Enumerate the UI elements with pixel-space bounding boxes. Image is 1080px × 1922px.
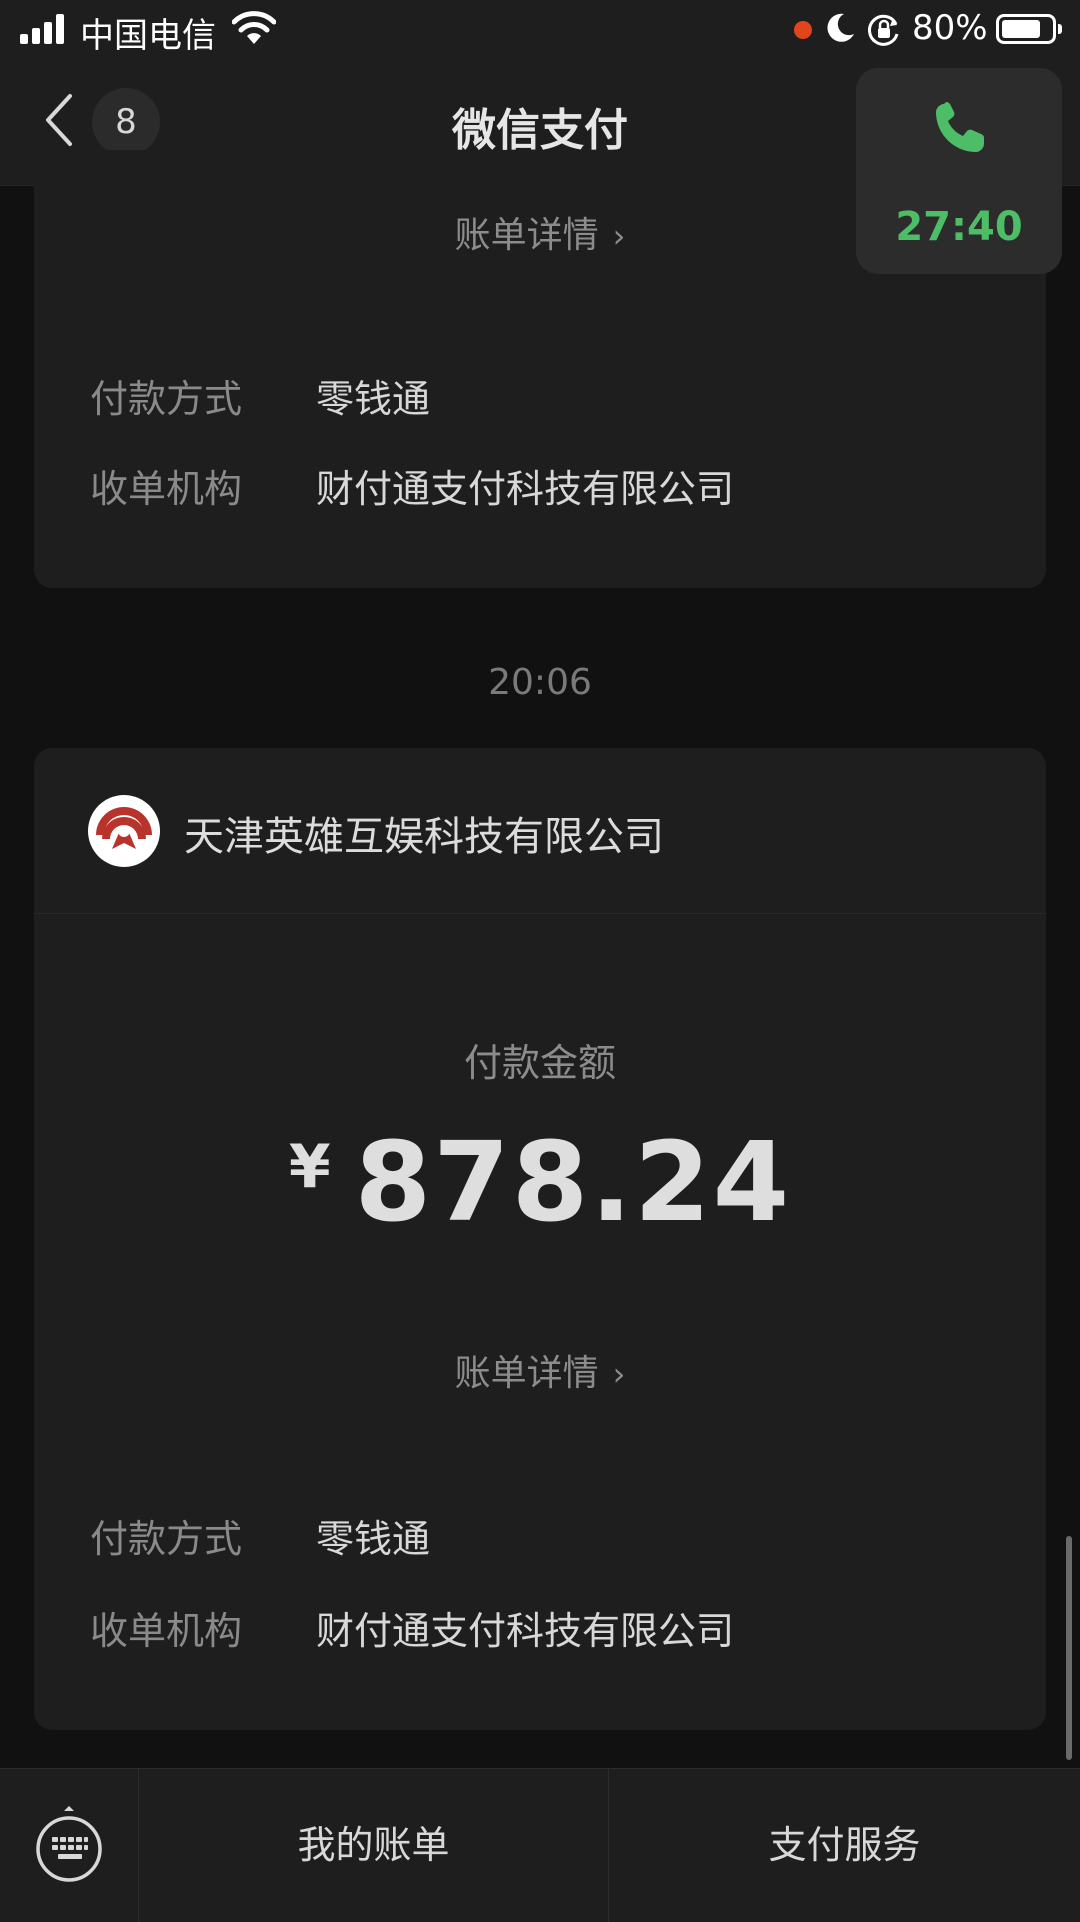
keyboard-icon (36, 1806, 102, 1882)
payment-method-row: 付款方式 零钱通 (90, 1508, 430, 1563)
my-bills-menu-button[interactable]: 我的账单 (139, 1769, 609, 1922)
recording-dot (794, 21, 812, 39)
signal-icon (20, 14, 68, 44)
acquirer-label: 收单机构 (90, 467, 243, 511)
chevron-right-icon: › (612, 1355, 626, 1393)
payment-method-row: 付款方式 零钱通 (90, 368, 430, 423)
payment-method-label: 付款方式 (90, 1517, 243, 1561)
carrier-name: 中国电信 (80, 16, 216, 56)
merchant-header[interactable]: 天津英雄互娱科技有限公司 (34, 748, 1046, 914)
moon-icon (827, 13, 854, 42)
bill-detail-label: 账单详情 (454, 1353, 599, 1394)
acquirer-row: 收单机构 财付通支付科技有限公司 (90, 1600, 734, 1655)
phone-icon (936, 102, 984, 152)
rotation-lock-icon (868, 14, 899, 46)
payment-services-menu-button[interactable]: 支付服务 (609, 1769, 1080, 1922)
battery-icon (996, 14, 1062, 44)
payment-method-value: 零钱通 (316, 1517, 431, 1561)
payment-method-label: 付款方式 (90, 377, 243, 421)
call-widget[interactable]: 27:40 (856, 68, 1062, 274)
amount-label: 付款金额 (463, 1041, 616, 1085)
bill-detail-link[interactable]: 账单详情 › (34, 1344, 1046, 1396)
keyboard-toggle-button[interactable] (0, 1769, 139, 1922)
message-timestamp: 20:06 (488, 662, 592, 703)
acquirer-label: 收单机构 (90, 1609, 243, 1653)
acquirer-value: 财付通支付科技有限公司 (316, 467, 735, 511)
chevron-right-icon: › (612, 217, 626, 255)
wifi-icon (232, 11, 276, 44)
merchant-name: 天津英雄互娱科技有限公司 (184, 814, 664, 860)
payment-amount: ¥878.24 (34, 1118, 1046, 1246)
amount-value: 878.24 (354, 1118, 792, 1246)
merchant-logo (88, 795, 160, 867)
bill-detail-label: 账单详情 (454, 215, 599, 256)
scrollbar[interactable] (1066, 1536, 1072, 1760)
bottom-menu-bar: 我的账单 支付服务 (0, 1768, 1080, 1922)
payment-method-value: 零钱通 (316, 377, 431, 421)
battery-percent: 80% (912, 8, 988, 48)
status-bar: 中国电信 80% (0, 0, 1080, 60)
currency-symbol: ¥ (288, 1132, 331, 1202)
acquirer-row: 收单机构 财付通支付科技有限公司 (90, 458, 734, 513)
acquirer-value: 财付通支付科技有限公司 (316, 1609, 735, 1653)
payment-card[interactable]: 天津英雄互娱科技有限公司 付款金额 ¥878.24 账单详情 › 付款方式 零钱通 … (34, 748, 1046, 1730)
call-duration: 27:40 (895, 204, 1023, 250)
